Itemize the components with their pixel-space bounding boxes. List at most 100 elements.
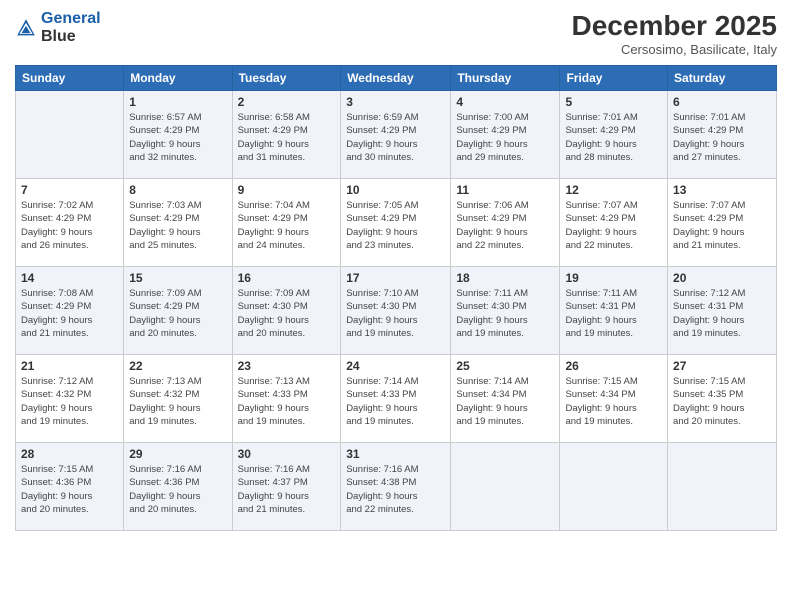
- calendar-cell: [560, 443, 668, 531]
- day-info: Sunrise: 6:57 AMSunset: 4:29 PMDaylight:…: [129, 111, 226, 164]
- day-number: 7: [21, 183, 118, 197]
- day-number: 13: [673, 183, 771, 197]
- calendar-week-row: 21Sunrise: 7:12 AMSunset: 4:32 PMDayligh…: [16, 355, 777, 443]
- logo-icon: [15, 17, 37, 39]
- col-header-thursday: Thursday: [451, 66, 560, 91]
- calendar-cell: 5Sunrise: 7:01 AMSunset: 4:29 PMDaylight…: [560, 91, 668, 179]
- calendar-week-row: 1 Sunrise: 6:57 AMSunset: 4:29 PMDaylight…: [16, 91, 777, 179]
- calendar-cell: 13Sunrise: 7:07 AMSunset: 4:29 PMDayligh…: [668, 179, 777, 267]
- calendar-cell: 15 Sunrise: 7:09 AMSunset: 4:29 PMDayligh…: [124, 267, 232, 355]
- day-number: 26: [565, 359, 662, 373]
- day-number: 3: [346, 95, 445, 109]
- day-info: Sunrise: 7:02 AMSunset: 4:29 PMDaylight:…: [21, 199, 118, 252]
- calendar-cell: 1 Sunrise: 6:57 AMSunset: 4:29 PMDaylight…: [124, 91, 232, 179]
- day-number: 29: [129, 447, 226, 461]
- title-section: December 2025 Cersosimo, Basilicate, Ita…: [572, 10, 777, 57]
- calendar-cell: 10 Sunrise: 7:05 AMSunset: 4:29 PMDayligh…: [341, 179, 451, 267]
- day-info: Sunrise: 7:01 AMSunset: 4:29 PMDaylight:…: [673, 111, 771, 164]
- day-info: Sunrise: 7:09 AMSunset: 4:29 PMDaylight:…: [129, 287, 226, 340]
- day-info: Sunrise: 7:14 AMSunset: 4:34 PMDaylight:…: [456, 375, 554, 428]
- calendar-cell: 26 Sunrise: 7:15 AMSunset: 4:34 PMDayligh…: [560, 355, 668, 443]
- day-number: 17: [346, 271, 445, 285]
- day-info: Sunrise: 7:16 AMSunset: 4:37 PMDaylight:…: [238, 463, 336, 516]
- day-info: Sunrise: 7:14 AMSunset: 4:33 PMDaylight:…: [346, 375, 445, 428]
- day-number: 22: [129, 359, 226, 373]
- col-header-sunday: Sunday: [16, 66, 124, 91]
- calendar-cell: 20Sunrise: 7:12 AMSunset: 4:31 PMDayligh…: [668, 267, 777, 355]
- calendar-cell: 8 Sunrise: 7:03 AMSunset: 4:29 PMDaylight…: [124, 179, 232, 267]
- day-info: Sunrise: 6:59 AMSunset: 4:29 PMDaylight:…: [346, 111, 445, 164]
- calendar-week-row: 28 Sunrise: 7:15 AMSunset: 4:36 PMDayligh…: [16, 443, 777, 531]
- calendar-cell: 25 Sunrise: 7:14 AMSunset: 4:34 PMDayligh…: [451, 355, 560, 443]
- day-info: Sunrise: 7:13 AMSunset: 4:32 PMDaylight:…: [129, 375, 226, 428]
- calendar-cell: 6 Sunrise: 7:01 AMSunset: 4:29 PMDaylight…: [668, 91, 777, 179]
- calendar-cell: 29 Sunrise: 7:16 AMSunset: 4:36 PMDayligh…: [124, 443, 232, 531]
- day-number: 27: [673, 359, 771, 373]
- day-info: Sunrise: 7:16 AMSunset: 4:36 PMDaylight:…: [129, 463, 226, 516]
- header: General Blue December 2025 Cersosimo, Ba…: [15, 10, 777, 57]
- day-number: 18: [456, 271, 554, 285]
- calendar-cell: 19 Sunrise: 7:11 AMSunset: 4:31 PMDayligh…: [560, 267, 668, 355]
- day-info: Sunrise: 7:08 AMSunset: 4:29 PMDaylight:…: [21, 287, 118, 340]
- calendar-cell: 11 Sunrise: 7:06 AMSunset: 4:29 PMDayligh…: [451, 179, 560, 267]
- calendar-cell: 9 Sunrise: 7:04 AMSunset: 4:29 PMDaylight…: [232, 179, 341, 267]
- day-number: 16: [238, 271, 336, 285]
- day-number: 19: [565, 271, 662, 285]
- day-info: Sunrise: 7:16 AMSunset: 4:38 PMDaylight:…: [346, 463, 445, 516]
- calendar-cell: 4Sunrise: 7:00 AMSunset: 4:29 PMDaylight…: [451, 91, 560, 179]
- day-number: 31: [346, 447, 445, 461]
- col-header-wednesday: Wednesday: [341, 66, 451, 91]
- calendar-cell: 31 Sunrise: 7:16 AMSunset: 4:38 PMDayligh…: [341, 443, 451, 531]
- day-number: 9: [238, 183, 336, 197]
- day-info: Sunrise: 7:09 AMSunset: 4:30 PMDaylight:…: [238, 287, 336, 340]
- day-info: Sunrise: 7:07 AMSunset: 4:29 PMDaylight:…: [565, 199, 662, 252]
- day-info: Sunrise: 7:10 AMSunset: 4:30 PMDaylight:…: [346, 287, 445, 340]
- col-header-tuesday: Tuesday: [232, 66, 341, 91]
- day-number: 25: [456, 359, 554, 373]
- day-info: Sunrise: 7:00 AMSunset: 4:29 PMDaylight:…: [456, 111, 554, 164]
- calendar-cell: 14Sunrise: 7:08 AMSunset: 4:29 PMDayligh…: [16, 267, 124, 355]
- calendar-cell: 7 Sunrise: 7:02 AMSunset: 4:29 PMDaylight…: [16, 179, 124, 267]
- day-info: Sunrise: 7:05 AMSunset: 4:29 PMDaylight:…: [346, 199, 445, 252]
- month-title: December 2025: [572, 10, 777, 42]
- day-number: 10: [346, 183, 445, 197]
- day-number: 6: [673, 95, 771, 109]
- calendar-cell: 3 Sunrise: 6:59 AMSunset: 4:29 PMDaylight…: [341, 91, 451, 179]
- calendar-cell: 18Sunrise: 7:11 AMSunset: 4:30 PMDayligh…: [451, 267, 560, 355]
- day-info: Sunrise: 7:11 AMSunset: 4:31 PMDaylight:…: [565, 287, 662, 340]
- day-number: 8: [129, 183, 226, 197]
- calendar-cell: 21Sunrise: 7:12 AMSunset: 4:32 PMDayligh…: [16, 355, 124, 443]
- logo: General Blue: [15, 10, 101, 46]
- day-info: Sunrise: 7:06 AMSunset: 4:29 PMDaylight:…: [456, 199, 554, 252]
- calendar-cell: 24 Sunrise: 7:14 AMSunset: 4:33 PMDayligh…: [341, 355, 451, 443]
- day-number: 5: [565, 95, 662, 109]
- calendar-week-row: 14Sunrise: 7:08 AMSunset: 4:29 PMDayligh…: [16, 267, 777, 355]
- calendar-cell: 17 Sunrise: 7:10 AMSunset: 4:30 PMDayligh…: [341, 267, 451, 355]
- col-header-monday: Monday: [124, 66, 232, 91]
- day-number: 28: [21, 447, 118, 461]
- calendar-table: SundayMondayTuesdayWednesdayThursdayFrid…: [15, 65, 777, 531]
- day-info: Sunrise: 7:15 AMSunset: 4:34 PMDaylight:…: [565, 375, 662, 428]
- calendar-cell: 2 Sunrise: 6:58 AMSunset: 4:29 PMDaylight…: [232, 91, 341, 179]
- day-info: Sunrise: 7:15 AMSunset: 4:36 PMDaylight:…: [21, 463, 118, 516]
- day-number: 30: [238, 447, 336, 461]
- calendar-cell: 30 Sunrise: 7:16 AMSunset: 4:37 PMDayligh…: [232, 443, 341, 531]
- day-info: Sunrise: 7:15 AMSunset: 4:35 PMDaylight:…: [673, 375, 771, 428]
- day-info: Sunrise: 6:58 AMSunset: 4:29 PMDaylight:…: [238, 111, 336, 164]
- day-number: 21: [21, 359, 118, 373]
- day-number: 24: [346, 359, 445, 373]
- calendar-cell: [16, 91, 124, 179]
- day-number: 1: [129, 95, 226, 109]
- day-info: Sunrise: 7:04 AMSunset: 4:29 PMDaylight:…: [238, 199, 336, 252]
- day-number: 2: [238, 95, 336, 109]
- calendar-cell: [451, 443, 560, 531]
- col-header-friday: Friday: [560, 66, 668, 91]
- page-container: General Blue December 2025 Cersosimo, Ba…: [0, 0, 792, 612]
- calendar-cell: 22 Sunrise: 7:13 AMSunset: 4:32 PMDayligh…: [124, 355, 232, 443]
- calendar-cell: 12Sunrise: 7:07 AMSunset: 4:29 PMDayligh…: [560, 179, 668, 267]
- day-number: 11: [456, 183, 554, 197]
- location-subtitle: Cersosimo, Basilicate, Italy: [572, 42, 777, 57]
- day-info: Sunrise: 7:03 AMSunset: 4:29 PMDaylight:…: [129, 199, 226, 252]
- calendar-header-row: SundayMondayTuesdayWednesdayThursdayFrid…: [16, 66, 777, 91]
- day-number: 15: [129, 271, 226, 285]
